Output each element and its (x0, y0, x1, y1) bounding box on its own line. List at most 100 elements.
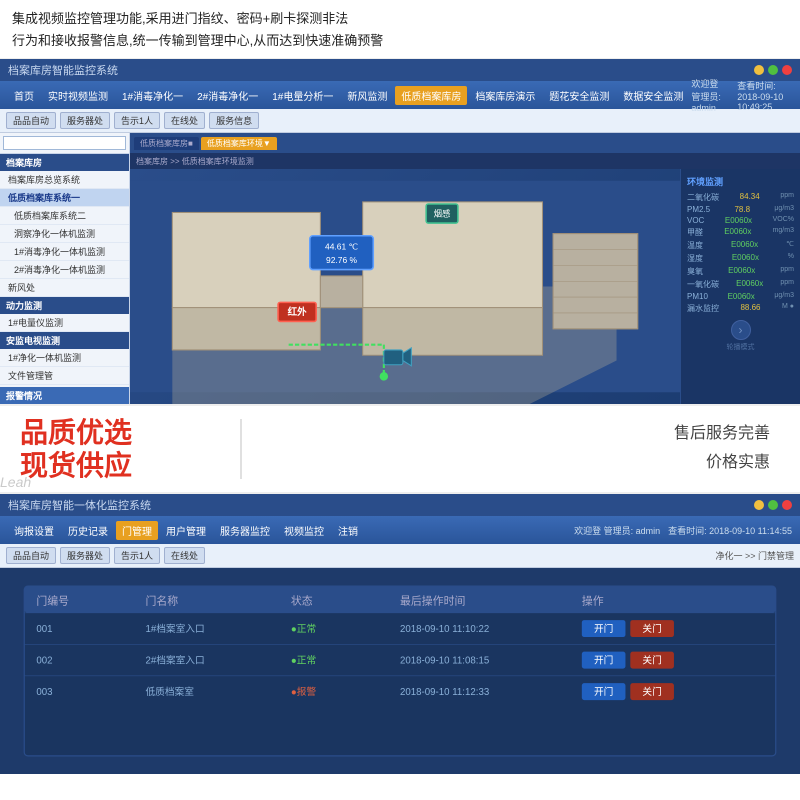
sidebar-section-archives: 档案库房 (0, 154, 129, 171)
env-hcho-unit: mg/m3 (773, 227, 794, 238)
toolbar2-server[interactable]: 服务器处 (60, 547, 110, 564)
nav-wind[interactable]: 新风监测 (341, 86, 393, 105)
content-tab-bar: 低质档案库房■ 低质档案库环境▼ (130, 133, 800, 153)
env-water-label: 漏水监控 (687, 303, 719, 314)
title-bar-2: 档案库房智能一体化监控系统 (0, 494, 800, 516)
env-voc: VOC E0060x VOC% (687, 216, 794, 225)
nav-power[interactable]: 1#电量分析一 (266, 86, 339, 105)
nav-security[interactable]: 题花安全监测 (543, 86, 615, 105)
env-humid-unit: % (788, 253, 794, 264)
close-button-2[interactable] (782, 500, 792, 510)
top-text-line2: 行为和接收报警信息,统一传输到管理中心,从而达到快速准确预警 (12, 30, 788, 52)
window-controls-2 (754, 500, 792, 510)
env-pm25-label: PM2.5 (687, 205, 710, 214)
floorplan-3d: 44.61 ℃ 92.76 % 红外 烟感 (130, 169, 680, 404)
svg-text:红外: 红外 (288, 306, 308, 318)
env-pm10-value: E0060x (728, 292, 755, 301)
nav-datasec[interactable]: 数据安全监测 (617, 86, 689, 105)
svg-text:低质档案室: 低质档案室 (145, 685, 194, 698)
nav-realtime[interactable]: 实时视频监测 (42, 86, 114, 105)
toolbar-svcinfo[interactable]: 服务信息 (209, 112, 259, 129)
env-co-value: E0060x (736, 279, 763, 290)
user-info: 欢迎登 管理员: admin (691, 77, 729, 113)
env-pm10: PM10 E0060x μg/m3 (687, 292, 794, 301)
maximize-button[interactable] (768, 65, 778, 75)
nav2-logout[interactable]: 注销 (332, 521, 364, 540)
close-button[interactable] (782, 65, 792, 75)
toolbar2-alert[interactable]: 告示1人 (114, 547, 160, 564)
nav2-user[interactable]: 用户管理 (160, 521, 212, 540)
nav2-history[interactable]: 历史记录 (62, 521, 114, 540)
alarm-section-title: 报警情况 (0, 387, 129, 404)
page-container: 集成视频监控管理功能,采用进门指纹、密码+刷卡探测非法 行为和接收报警信息,统一… (0, 0, 800, 800)
svg-text:001: 001 (36, 624, 52, 635)
toolbar-online[interactable]: 在线处 (164, 112, 205, 129)
top-nav-2: 询报设置 历史记录 门管理 用户管理 服务器监控 视频监控 注销 欢迎登 管理员… (0, 516, 800, 544)
nav-home[interactable]: 首页 (8, 86, 40, 105)
svg-text:关门: 关门 (642, 685, 661, 698)
ctab-lowarch[interactable]: 低质档案库房■ (134, 137, 199, 150)
nav2-server[interactable]: 服务器监控 (214, 521, 276, 540)
nav2-door[interactable]: 门管理 (116, 521, 158, 540)
svg-text:开门: 开门 (594, 685, 613, 698)
nav-right-info: 欢迎登 管理员: admin 查看时间: 2018-09-10 10:49:25 (691, 77, 792, 113)
sidebar-item-purify[interactable]: 洞察净化一体机监测 (0, 225, 129, 243)
nav2-video[interactable]: 视频监控 (278, 521, 330, 540)
sidebar-section-security: 安监电视监测 (0, 332, 129, 349)
toolbar-1: 品品自动 服务器处 告示1人 在线处 服务信息 (0, 109, 800, 133)
banner-right-line2: 价格实惠 (262, 449, 770, 478)
ctab-active[interactable]: 低质档案库环境▼ (201, 137, 277, 150)
search-input[interactable] (3, 136, 126, 150)
maximize-button-2[interactable] (768, 500, 778, 510)
sidebar-item-lowarch[interactable]: 低质档案库系统一 (0, 189, 129, 207)
nav-arrow-right[interactable]: › (731, 320, 751, 340)
sidebar-section-power: 动力监测 (0, 297, 129, 314)
banner-line1: 品质优选 (20, 416, 220, 450)
time-info: 查看时间: 2018-09-10 10:49:25 (737, 79, 792, 112)
env-co2: 二氧化碳 84.34 ppm (687, 192, 794, 203)
user-info-2: 欢迎登 管理员: admin (574, 524, 660, 537)
minimize-button[interactable] (754, 65, 764, 75)
sidebar-item-newwind[interactable]: 新风处 (0, 279, 129, 297)
toolbar2-breadcrumb: 净化一 >> 门禁管理 (715, 549, 794, 562)
window-controls (754, 65, 792, 75)
breadcrumb-1: 档案库房 >> 低质档案库环境监测 (130, 153, 800, 169)
minimize-button-2[interactable] (754, 500, 764, 510)
toolbar2-auto[interactable]: 品品自动 (6, 547, 56, 564)
svg-text:关门: 关门 (642, 622, 661, 635)
app-title-2: 档案库房智能一体化监控系统 (8, 497, 151, 513)
nav-archdemo[interactable]: 档案库房演示 (469, 86, 541, 105)
toolbar-auto[interactable]: 品品自动 (6, 112, 56, 129)
svg-text:开门: 开门 (594, 654, 613, 667)
env-panel-title: 环境监测 (687, 175, 794, 188)
top-text-line1: 集成视频监控管理功能,采用进门指纹、密码+刷卡探测非法 (12, 8, 788, 30)
svg-text:2018-09-10 11:10:22: 2018-09-10 11:10:22 (400, 624, 489, 635)
sidebar-item-cammon[interactable]: 1#净化一体机监测 (0, 349, 129, 367)
sidebar-item-archview[interactable]: 档案库房总览系统 (0, 171, 129, 189)
app-title-1: 档案库房智能监控系统 (8, 62, 118, 78)
env-water-unit: M ● (782, 303, 794, 314)
nav-purify2[interactable]: 2#消毒净化一 (191, 86, 264, 105)
env-pm25-unit: μg/m3 (774, 205, 794, 214)
svg-text:烟感: 烟感 (434, 209, 451, 219)
env-voc-unit: VOC% (773, 216, 794, 225)
env-co2-unit: ppm (780, 192, 794, 203)
nav-lowarch[interactable]: 低质档案库房 (395, 86, 467, 105)
sidebar-item-purify2[interactable]: 2#消毒净化一体机监测 (0, 261, 129, 279)
top-nav-1: 首页 实时视频监测 1#消毒净化一 2#消毒净化一 1#电量分析一 新风监测 低… (0, 81, 800, 109)
sidebar-item-elec[interactable]: 1#电量仪监测 (0, 314, 129, 332)
toolbar-alert[interactable]: 告示1人 (114, 112, 160, 129)
floor-plan-svg: 44.61 ℃ 92.76 % 红外 烟感 (130, 169, 680, 404)
toolbar-server[interactable]: 服务器处 (60, 112, 110, 129)
toolbar-2: 品品自动 服务器处 告示1人 在线处 净化一 >> 门禁管理 (0, 544, 800, 568)
sidebar-item-filemgr[interactable]: 文件管理管 (0, 367, 129, 385)
toolbar2-online[interactable]: 在线处 (164, 547, 205, 564)
env-co2-label: 二氧化碳 (687, 192, 719, 203)
sidebar-item-purify1[interactable]: 1#消毒净化一体机监测 (0, 243, 129, 261)
nav2-right-info: 欢迎登 管理员: admin 查看时间: 2018-09-10 11:14:55 (574, 524, 792, 537)
sidebar-item-lowarch2[interactable]: 低质档案库系统二 (0, 207, 129, 225)
nav-purify1[interactable]: 1#消毒净化一 (116, 86, 189, 105)
nav2-inquiry[interactable]: 询报设置 (8, 521, 60, 540)
time-info-2: 查看时间: 2018-09-10 11:14:55 (668, 524, 792, 537)
env-voc-label: VOC (687, 216, 704, 225)
